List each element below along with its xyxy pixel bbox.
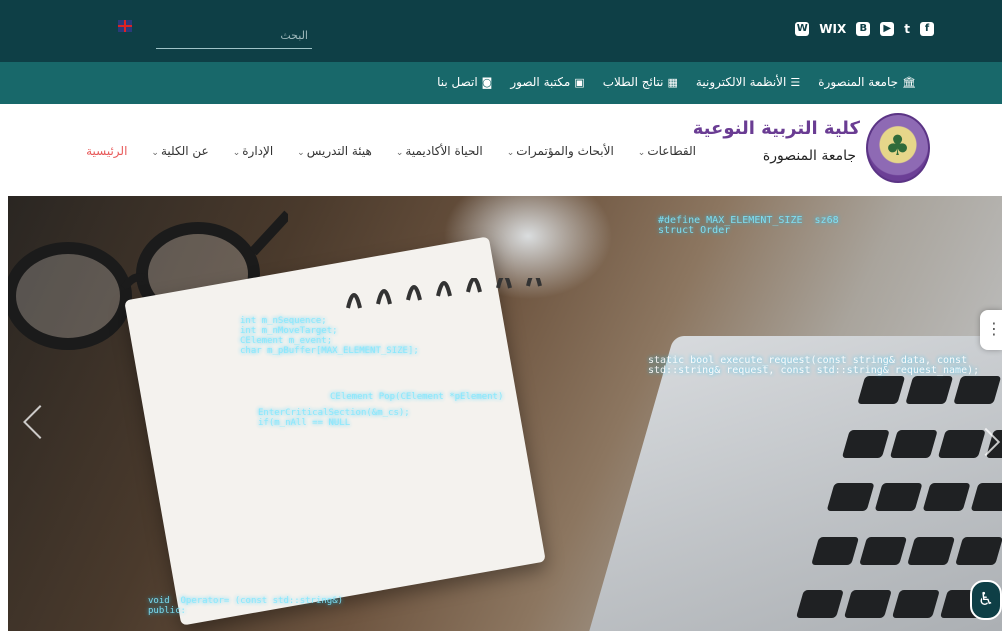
university-name: جامعة المنصورة [762, 148, 856, 164]
nav-label: الرئيسية [86, 144, 128, 158]
nav-home[interactable]: الرئيسية [86, 144, 127, 158]
english-flag-icon[interactable] [118, 20, 132, 32]
chevron-down-icon: ⌄ [395, 148, 404, 158]
quick-links: 🏛 جامعة المنصورة ☰ الأنظمة الالكترونية ▦… [437, 75, 916, 89]
youtube-icon[interactable]: ▶ [880, 22, 895, 36]
college-logo[interactable] [866, 113, 930, 183]
code-overlay: #define MAX_ELEMENT_SIZE sz68 struct Ord… [658, 215, 839, 236]
main-nav: الرئيسية عن الكلية⌄ الإدارة⌄ هيئة التدري… [86, 144, 696, 158]
code-overlay: EnterCriticalSection(&m_cs); if(m_nAll =… [258, 408, 410, 428]
blogger-icon[interactable]: B [856, 22, 871, 36]
link-contact-us[interactable]: ◙ اتصل بنا [437, 75, 492, 89]
nav-sectors[interactable]: القطاعات⌄ [638, 144, 696, 158]
calendar-icon: ▦ [667, 75, 678, 89]
link-label: جامعة المنصورة [818, 75, 899, 89]
nav-research-conferences[interactable]: الأبحاث والمؤتمرات⌄ [507, 144, 614, 158]
code-overlay: static bool execute_request(const string… [648, 355, 980, 376]
nav-administration[interactable]: الإدارة⌄ [233, 144, 273, 158]
chevron-down-icon: ⌄ [637, 148, 646, 158]
university-icon: 🏛 [902, 75, 916, 89]
chevron-down-icon: ⌄ [151, 148, 159, 158]
nav-label: الحياة الأكاديمية [405, 144, 483, 158]
nav-faculty[interactable]: هيئة التدريس⌄ [297, 144, 372, 158]
college-name: كلية التربية النوعية [692, 118, 860, 139]
twitter-icon[interactable]: t [904, 22, 910, 36]
chevron-down-icon: ⌄ [232, 148, 241, 158]
link-label: اتصل بنا [437, 75, 478, 89]
chevron-down-icon: ⌄ [506, 148, 515, 158]
nav-label: القطاعات [647, 144, 696, 158]
link-mansoura-university[interactable]: 🏛 جامعة المنصورة [818, 75, 916, 89]
link-student-results[interactable]: ▦ نتائج الطلاب [603, 75, 678, 89]
social-links: W WIX B ▶ t f [795, 22, 934, 36]
link-electronic-systems[interactable]: ☰ الأنظمة الالكترونية [696, 75, 800, 89]
link-photo-library[interactable]: ▣ مكتبة الصور [510, 75, 584, 89]
search-input[interactable] [156, 22, 310, 48]
nav-academic-life[interactable]: الحياة الأكاديمية⌄ [396, 144, 483, 158]
code-overlay: int m_nSequence; int m_nMoveTarget; CEle… [240, 316, 419, 356]
nav-label: هيئة التدريس [306, 144, 372, 158]
notebook-rings [346, 278, 542, 309]
contact-icon: ◙ [481, 75, 493, 89]
nav-label: عن الكلية [160, 144, 209, 158]
search-box [156, 22, 312, 49]
quick-links-bar: 🏛 جامعة المنصورة ☰ الأنظمة الالكترونية ▦… [0, 62, 1002, 104]
facebook-icon[interactable]: f [920, 22, 934, 36]
accessibility-icon[interactable]: ♿ [970, 580, 1002, 620]
chevron-down-icon: ⌄ [297, 148, 305, 158]
link-label: الأنظمة الالكترونية [695, 75, 787, 89]
slider-prev-button[interactable] [23, 405, 57, 439]
image-icon: ▣ [574, 75, 585, 89]
link-label: مكتبة الصور [510, 75, 571, 89]
top-bar: W WIX B ▶ t f [0, 0, 1002, 62]
menu-icon: ☰ [790, 75, 801, 89]
code-overlay: void Operator= (const std::string&) publ… [148, 596, 344, 616]
nav-label: الإدارة [242, 144, 274, 158]
nav-label: الأبحاث والمؤتمرات [516, 144, 614, 158]
side-panel-toggle[interactable] [980, 310, 1002, 350]
site-header: كلية التربية النوعية جامعة المنصورة الرئ… [0, 104, 1002, 196]
nav-about[interactable]: عن الكلية⌄ [151, 144, 208, 158]
wix-icon[interactable]: WIX [819, 22, 846, 36]
link-label: نتائج الطلاب [602, 75, 664, 89]
hero-slider: int m_nSequence; int m_nMoveTarget; CEle… [8, 196, 1002, 631]
wordpress-icon[interactable]: W [795, 22, 810, 36]
code-overlay: CElement Pop(CElement *pElement) [330, 392, 504, 402]
